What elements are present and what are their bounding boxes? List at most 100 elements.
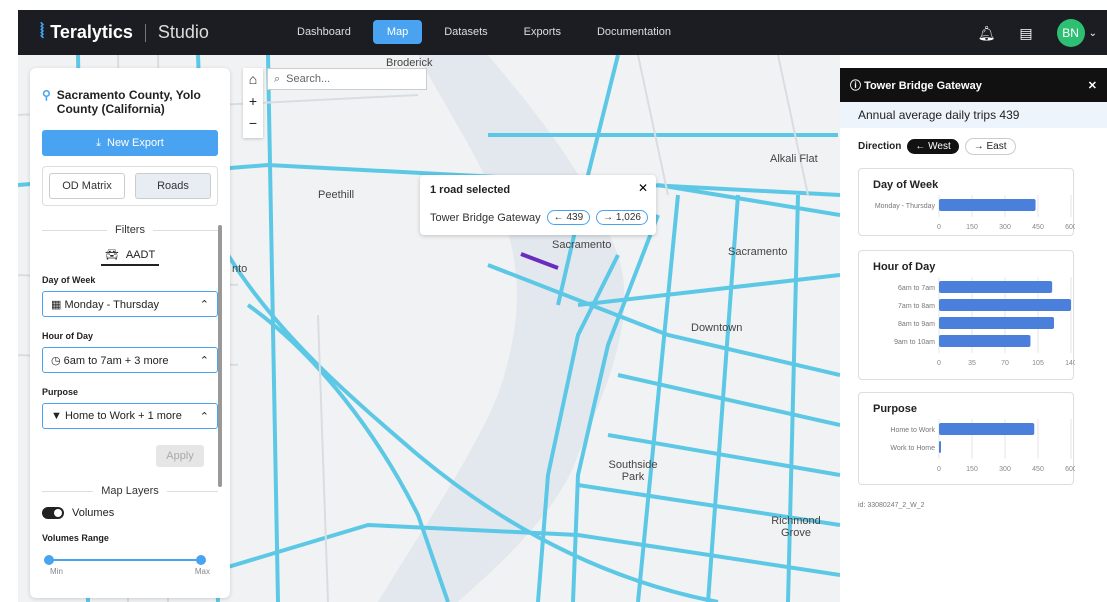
chevron-up-icon: ⌃ bbox=[199, 298, 209, 311]
detail-panel: ⓘ Tower Bridge Gateway ✕ Annual average … bbox=[840, 68, 1107, 602]
logo[interactable]: ⦚ Teralytics Studio bbox=[40, 21, 209, 44]
location-icon: ⚲ bbox=[42, 88, 51, 102]
brand-name: Teralytics bbox=[50, 22, 133, 42]
left-panel-scrollbar[interactable] bbox=[218, 225, 222, 487]
feedback-icon[interactable]: ▤ bbox=[1019, 25, 1032, 42]
bar bbox=[939, 317, 1055, 329]
road-selected-popup: 1 road selected ✕ Tower Bridge Gateway ←… bbox=[420, 175, 656, 235]
clock-icon: ◷ bbox=[51, 354, 61, 367]
tab-od-matrix[interactable]: OD Matrix bbox=[49, 173, 125, 199]
notification-bell-icon[interactable]: 🔔︎ bbox=[978, 25, 996, 42]
x-tick-label: 600 bbox=[1065, 224, 1075, 231]
x-tick-label: 105 bbox=[1032, 360, 1044, 367]
bar bbox=[939, 299, 1071, 311]
logo-divider bbox=[144, 23, 146, 42]
zoom-out-button[interactable]: − bbox=[243, 112, 263, 134]
bar bbox=[939, 281, 1053, 293]
chart-card-hour-of-day: Hour of Day 0 35 70 105 140 6am to 7am 7am to … bbox=[858, 250, 1075, 380]
avatar: BN bbox=[1056, 19, 1085, 47]
x-tick-label: 150 bbox=[966, 224, 978, 231]
detail-subtitle: Annual average daily trips 439 bbox=[840, 102, 1107, 128]
category-label: Home to Work bbox=[890, 427, 935, 434]
volumes-range-slider[interactable] bbox=[42, 555, 218, 565]
x-tick-label: 70 bbox=[1001, 360, 1009, 367]
map-zoom-controls: ⌂ + − bbox=[243, 68, 263, 138]
close-icon[interactable]: ✕ bbox=[638, 181, 648, 195]
teralytics-logo-icon: ⦚ bbox=[40, 21, 45, 43]
x-tick-label: 450 bbox=[1032, 224, 1044, 231]
range-min-handle[interactable] bbox=[44, 555, 54, 565]
purpose-select[interactable]: ▼ Home to Work + 1 more ⌃ bbox=[42, 403, 218, 429]
chart-card-day-of-week: Day of Week 0 150 300 450 600 Monday - Thursd… bbox=[858, 168, 1075, 236]
new-export-button[interactable]: ⤓ New Export bbox=[42, 130, 218, 156]
chevron-down-icon: ⌄ bbox=[1088, 27, 1097, 39]
apply-button[interactable]: Apply bbox=[156, 445, 204, 467]
range-max-handle[interactable] bbox=[196, 555, 206, 565]
direction-east-button[interactable]: → East bbox=[964, 138, 1016, 155]
range-max-label: Max bbox=[194, 567, 210, 576]
info-icon: ⓘ bbox=[850, 80, 861, 92]
tab-roads[interactable]: Roads bbox=[135, 173, 211, 199]
volumes-range-label: Volumes Range bbox=[42, 533, 109, 543]
home-icon[interactable]: ⌂ bbox=[243, 68, 263, 90]
x-tick-label: 600 bbox=[1065, 466, 1075, 473]
volumes-toggle[interactable] bbox=[42, 507, 64, 519]
user-menu[interactable]: BN ⌄ bbox=[1056, 19, 1097, 47]
popup-road-row[interactable]: Tower Bridge Gateway ← 439 → 1,026 bbox=[430, 210, 648, 225]
nav-dashboard[interactable]: Dashboard bbox=[283, 20, 365, 44]
nav-map[interactable]: Map bbox=[372, 20, 423, 44]
direction-label: Direction bbox=[858, 141, 902, 152]
hour-of-day-chart: 0 35 70 105 140 6am to 7am 7am to 8am 8am to 9a… bbox=[894, 277, 1075, 367]
category-label: 9am to 10am bbox=[894, 339, 935, 346]
map-label: Richmond Grove bbox=[771, 515, 821, 539]
map-label: Downtown bbox=[691, 322, 743, 334]
category-label: Work to Home bbox=[890, 445, 935, 452]
x-tick-label: 300 bbox=[999, 224, 1011, 231]
chart-card-purpose: Purpose 0 150 300 450 600 Home to Work Work to… bbox=[858, 392, 1075, 485]
category-label: 7am to 8am bbox=[898, 303, 935, 310]
search-placeholder: Search... bbox=[286, 73, 331, 85]
east-count-pill[interactable]: → 1,026 bbox=[596, 210, 648, 225]
map-layers-divider: Map Layers bbox=[42, 485, 219, 497]
chevron-up-icon: ⌃ bbox=[199, 354, 209, 367]
nav-datasets[interactable]: Datasets bbox=[430, 20, 501, 44]
volumes-label: Volumes bbox=[72, 507, 115, 519]
range-min-label: Min bbox=[50, 567, 63, 576]
search-icon: ⌕ bbox=[274, 72, 281, 85]
direction-west-button[interactable]: ← West bbox=[907, 139, 959, 154]
calendar-icon: ▦ bbox=[51, 298, 62, 311]
popup-road-name: Tower Bridge Gateway bbox=[430, 211, 541, 224]
map-layers-title: Map Layers bbox=[101, 485, 159, 497]
close-icon[interactable]: ✕ bbox=[1088, 79, 1097, 92]
filters-divider: Filters bbox=[42, 224, 219, 236]
top-bar: ⦚ Teralytics Studio Dashboard Map Datase… bbox=[18, 10, 1107, 55]
road-id: id: 33080247_2_W_2 bbox=[858, 502, 925, 509]
category-label: 6am to 7am bbox=[898, 285, 935, 292]
nav-documentation[interactable]: Documentation bbox=[583, 20, 685, 44]
metric-tab-aadt[interactable]: 🚘︎ AADT bbox=[42, 248, 218, 266]
hour-of-day-select[interactable]: ◷ 6am to 7am + 3 more ⌃ bbox=[42, 347, 218, 373]
day-of-week-select[interactable]: ▦ Monday - Thursday ⌃ bbox=[42, 291, 218, 317]
mode-toggle: OD Matrix Roads bbox=[42, 166, 218, 206]
zoom-in-button[interactable]: + bbox=[243, 90, 263, 112]
map-label: nto bbox=[232, 263, 248, 275]
x-tick-label: 35 bbox=[968, 360, 976, 367]
x-tick-label: 0 bbox=[937, 224, 941, 231]
download-icon: ⤓ bbox=[96, 136, 101, 149]
nav-exports[interactable]: Exports bbox=[510, 20, 575, 44]
x-tick-label: 0 bbox=[937, 360, 941, 367]
bar bbox=[939, 335, 1031, 347]
product-name: Studio bbox=[157, 22, 209, 42]
left-panel: ⚲ Sacramento County, Yolo County (Califo… bbox=[30, 68, 230, 598]
purpose-label: Purpose bbox=[42, 387, 79, 397]
west-count-pill[interactable]: ← 439 bbox=[546, 210, 591, 225]
volumes-toggle-row[interactable]: Volumes bbox=[42, 507, 218, 519]
map-search-input[interactable]: ⌕ Search... bbox=[267, 68, 427, 90]
day-of-week-label: Day of Week bbox=[42, 275, 96, 285]
hour-of-day-label: Hour of Day bbox=[42, 331, 94, 341]
main-nav: Dashboard Map Datasets Exports Documenta… bbox=[283, 20, 685, 44]
location-name: Sacramento County, Yolo County (Californ… bbox=[56, 88, 201, 116]
map-label: Peethill bbox=[318, 189, 355, 201]
category-label: 8am to 9am bbox=[898, 321, 935, 328]
day-of-week-chart: 0 150 300 450 600 Monday - Thursday bbox=[875, 195, 1075, 231]
